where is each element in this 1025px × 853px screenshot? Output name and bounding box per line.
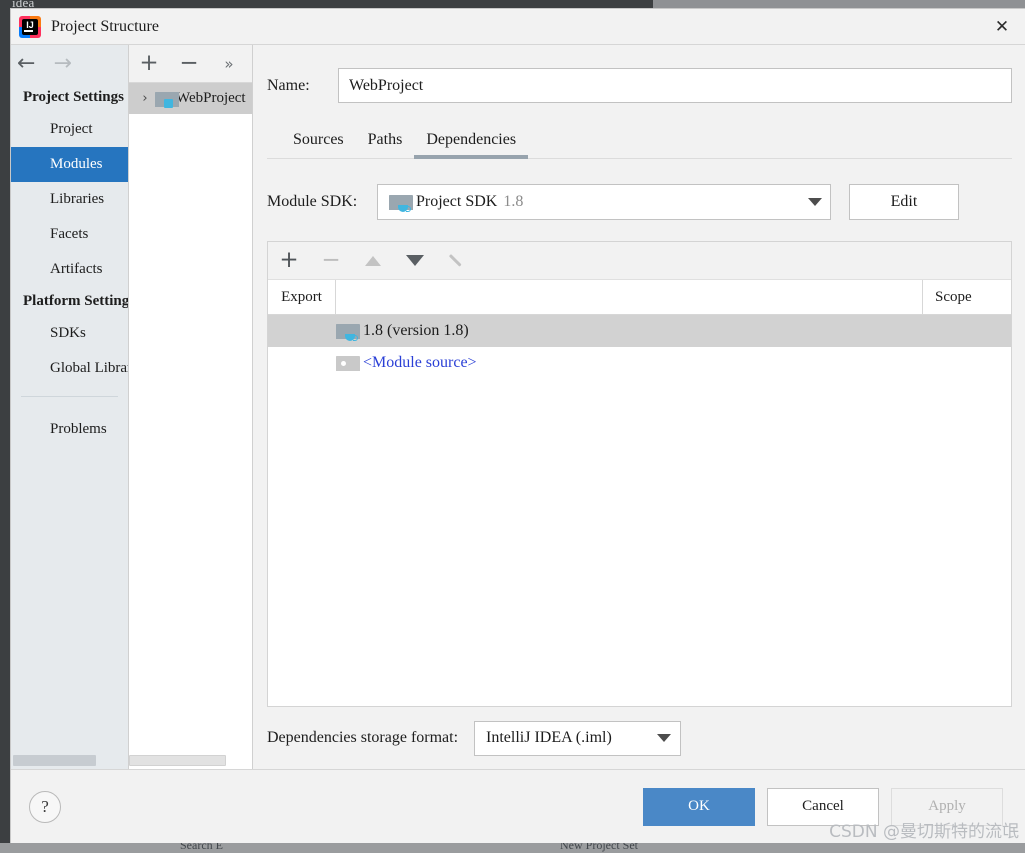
- background-bottom-bar: Search E New Project Set: [0, 843, 1025, 853]
- sidebar-list: Project Settings Project Modules Librari…: [11, 83, 128, 769]
- table-row[interactable]: <Module source>: [268, 347, 1011, 379]
- add-module-button[interactable]: +: [129, 45, 169, 83]
- background-bottom-fragments: Search E New Project Set: [0, 843, 1025, 853]
- project-structure-dialog: IJ Project Structure ✕ ← → Project Setti…: [10, 8, 1025, 843]
- module-tree-panel: + − » › WebProject: [128, 45, 253, 769]
- sidebar-item-sdks[interactable]: SDKs: [11, 316, 128, 351]
- module-name-label: Name:: [267, 76, 310, 94]
- module-tabs: Sources Paths Dependencies: [267, 125, 1012, 159]
- plus-icon: +: [139, 50, 159, 76]
- plus-icon: +: [279, 247, 299, 273]
- module-sdk-label: Module SDK:: [267, 193, 358, 210]
- module-tree-body: [129, 114, 252, 769]
- edit-dependency-button: [436, 242, 478, 280]
- screen: idea Search E New Project Set IJ Project…: [0, 0, 1025, 853]
- jdk-folder-icon: [389, 195, 413, 212]
- back-arrow-icon[interactable]: ←: [17, 53, 35, 75]
- module-tree-toolbar: + − »: [129, 45, 252, 83]
- add-dependency-button[interactable]: +: [268, 242, 310, 280]
- ok-button[interactable]: OK: [643, 787, 755, 826]
- tab-paths[interactable]: Paths: [356, 125, 415, 158]
- chevron-down-icon: [657, 734, 672, 742]
- triangle-down-icon: [406, 255, 424, 266]
- help-button[interactable]: ?: [29, 790, 61, 823]
- chevron-down-icon: [808, 198, 822, 206]
- tab-dependencies[interactable]: Dependencies: [414, 125, 528, 159]
- module-sdk-row: Module SDK: Project SDK 1.8 Edit: [267, 184, 1012, 220]
- column-header-export[interactable]: Export: [268, 280, 336, 314]
- sidebar-toolbar: ← →: [11, 45, 128, 83]
- remove-dependency-button: −: [310, 242, 352, 280]
- module-name-input[interactable]: [338, 68, 1012, 103]
- intellij-logo-text: IJ: [22, 18, 38, 35]
- sidebar-item-project[interactable]: Project: [11, 112, 128, 147]
- column-header-scope[interactable]: Scope: [923, 280, 1011, 314]
- module-tree-more-button[interactable]: »: [209, 45, 249, 83]
- column-header-name[interactable]: [336, 280, 923, 314]
- dependencies-storage-select[interactable]: IntelliJ IDEA (.iml): [474, 720, 682, 756]
- dialog-title: Project Structure: [51, 17, 159, 35]
- dependencies-storage-row: Dependencies storage format: IntelliJ ID…: [267, 707, 1012, 769]
- sidebar-divider: [21, 396, 118, 397]
- move-dependency-up-button: [352, 242, 394, 280]
- dependencies-table-body: 1.8 (version 1.8) <Module source>: [268, 315, 1011, 706]
- dependencies-storage-value: IntelliJ IDEA (.iml): [486, 729, 612, 746]
- dependency-name: 1.8 (version 1.8): [363, 322, 469, 339]
- dependencies-panel: + − Export Scope 1.8 (version 1.8) <Modu…: [267, 241, 1012, 707]
- minus-icon: −: [179, 50, 199, 76]
- settings-sidebar: ← → Project Settings Project Modules Lib…: [11, 45, 128, 769]
- tree-scrollbar-thumb[interactable]: [129, 755, 226, 766]
- sidebar-item-artifacts[interactable]: Artifacts: [11, 252, 128, 287]
- background-left-strip: idea: [0, 0, 34, 853]
- tree-horizontal-scrollbar[interactable]: [129, 755, 252, 766]
- module-sdk-select[interactable]: Project SDK 1.8: [377, 184, 831, 220]
- jdk-folder-icon: [336, 324, 360, 341]
- module-folder-icon: [155, 91, 179, 108]
- dialog-titlebar: IJ Project Structure ✕: [11, 9, 1025, 45]
- dependencies-toolbar: + −: [268, 242, 1011, 280]
- module-sdk-version: 1.8: [503, 193, 524, 210]
- tab-sources[interactable]: Sources: [281, 125, 356, 158]
- module-sdk-value: Project SDK: [416, 193, 498, 210]
- sidebar-scrollbar-thumb[interactable]: [13, 755, 96, 766]
- module-source-icon: [336, 356, 360, 371]
- remove-module-button[interactable]: −: [169, 45, 209, 83]
- sidebar-item-global-libraries[interactable]: Global Libraries: [11, 351, 128, 386]
- close-icon[interactable]: ✕: [979, 9, 1025, 44]
- apply-button: Apply: [891, 787, 1003, 826]
- triangle-up-icon: [365, 255, 381, 266]
- module-name-row: Name:: [267, 68, 1012, 103]
- table-row[interactable]: 1.8 (version 1.8): [268, 315, 1011, 347]
- sidebar-group-platform-settings: Platform Settings: [23, 293, 128, 309]
- background-fragment: Search E: [180, 843, 223, 852]
- dependency-name: <Module source>: [363, 354, 477, 371]
- pencil-icon: [449, 252, 466, 269]
- tree-node-label: WebProject: [176, 90, 246, 106]
- dialog-body: ← → Project Settings Project Modules Lib…: [11, 45, 1025, 770]
- sidebar-item-facets[interactable]: Facets: [11, 217, 128, 252]
- sidebar-horizontal-scrollbar[interactable]: [11, 755, 128, 766]
- sidebar-group-project-settings: Project Settings: [23, 89, 124, 105]
- edit-sdk-button[interactable]: Edit: [849, 184, 959, 220]
- tree-node-webproject[interactable]: › WebProject: [129, 83, 252, 114]
- background-fragment: New Project Set: [560, 843, 638, 852]
- chevron-right-icon[interactable]: ›: [135, 91, 155, 106]
- cancel-button[interactable]: Cancel: [767, 787, 879, 826]
- chevron-double-right-icon: »: [224, 54, 234, 73]
- sidebar-item-modules[interactable]: Modules: [11, 147, 128, 182]
- dependencies-table-header: Export Scope: [268, 280, 1011, 315]
- move-dependency-down-button[interactable]: [394, 242, 436, 280]
- forward-arrow-icon[interactable]: →: [53, 53, 71, 75]
- dependencies-storage-label: Dependencies storage format:: [267, 729, 459, 746]
- dialog-footer: ? OK Cancel Apply CSDN @曼切斯特的流氓: [11, 770, 1025, 843]
- minus-icon: −: [321, 247, 341, 273]
- module-editor-content: Name: Sources Paths Dependencies Module …: [253, 45, 1025, 769]
- sidebar-item-libraries[interactable]: Libraries: [11, 182, 128, 217]
- sidebar-item-problems[interactable]: Problems: [11, 412, 128, 447]
- intellij-logo-icon: IJ: [19, 15, 41, 38]
